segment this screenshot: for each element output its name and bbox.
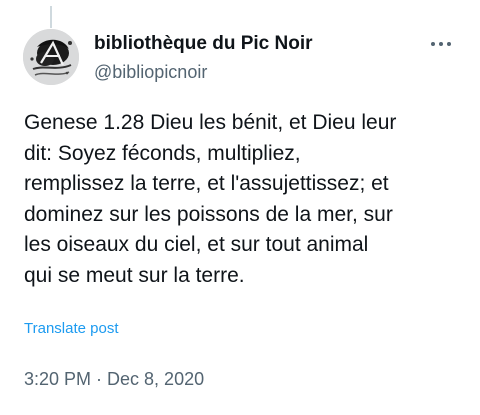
- tweet-text-line: qui se meut sur la terre.: [24, 263, 245, 287]
- tweet-text-line: Genese 1.28 Dieu les bénit, et Dieu leur: [24, 111, 397, 134]
- tweet-text-line: les oiseaux du ciel, et sur tout animal: [24, 233, 369, 256]
- tweet-text-line: dit: Soyez féconds, multipliez,: [24, 141, 301, 165]
- user-handle[interactable]: @bibliopicnoir: [94, 61, 420, 83]
- display-name[interactable]: bibliothèque du Pic Noir: [94, 33, 420, 55]
- more-options-icon: [431, 42, 435, 46]
- more-options-button[interactable]: [423, 34, 459, 54]
- tweet-text-line: remplissez la terre, et l'assujettissez;…: [24, 172, 389, 195]
- avatar[interactable]: [23, 29, 79, 85]
- tweet-text-line: dominez sur les poissons de la mer, sur: [24, 202, 393, 226]
- translate-post-link[interactable]: Translate post: [24, 319, 119, 339]
- ink-splatter-logo-icon: [23, 29, 79, 85]
- tweet-text: Genese 1.28 Dieu les bénit, et Dieu leur…: [24, 108, 464, 291]
- more-options-icon: [439, 42, 443, 46]
- thread-connector-line: [50, 6, 52, 28]
- post-timestamp[interactable]: 3:20 PM · Dec 8, 2020: [24, 367, 204, 391]
- more-options-icon: [447, 42, 451, 46]
- user-info: bibliothèque du Pic Noir @bibliopicnoir: [94, 33, 420, 83]
